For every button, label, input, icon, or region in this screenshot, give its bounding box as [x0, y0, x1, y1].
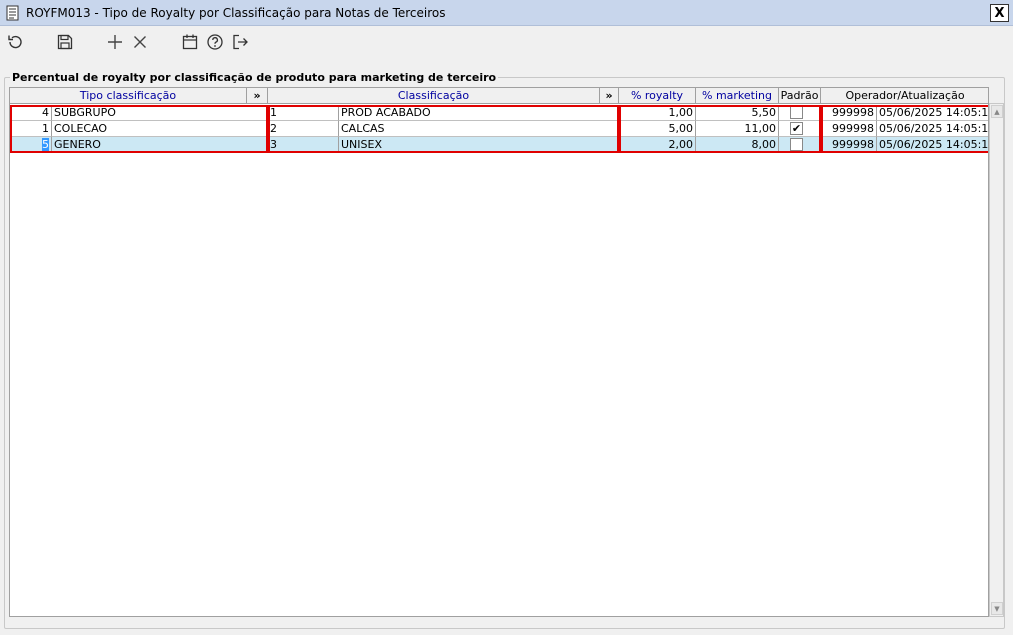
header-operador[interactable]: Operador/Atualização: [821, 88, 988, 104]
scroll-up-icon[interactable]: ▲: [991, 105, 1003, 118]
class-desc-cell[interactable]: UNISEX: [339, 137, 619, 153]
save-icon: [57, 34, 73, 50]
expand-classificacao-button[interactable]: »: [600, 88, 619, 104]
header-marketing[interactable]: % marketing: [696, 88, 779, 104]
operador-cell: 999998: [821, 137, 877, 153]
add-button[interactable]: [105, 32, 125, 52]
app-icon: [6, 5, 19, 21]
refresh-icon: [8, 35, 22, 49]
group-label: Percentual de royalty por classificação …: [10, 71, 499, 84]
tipo-desc-cell[interactable]: COLECAO: [52, 121, 268, 137]
title-bar: ROYFM013 - Tipo de Royalty por Classific…: [0, 0, 1013, 26]
close-button[interactable]: X: [990, 4, 1009, 22]
padrao-checkbox[interactable]: [790, 138, 803, 151]
tipo-desc-cell[interactable]: SUBGRUPO: [52, 105, 268, 121]
padrao-cell: ✔: [779, 121, 821, 137]
expand-tipo-button[interactable]: »: [247, 88, 268, 104]
table-row-selected[interactable]: 5 GENERO 3 UNISEX 2,00 8,00 999998 05/06…: [10, 137, 989, 153]
add-icon: [108, 35, 122, 49]
window-title: ROYFM013 - Tipo de Royalty por Classific…: [26, 6, 446, 20]
class-desc-cell[interactable]: PROD ACABADO: [339, 105, 619, 121]
tipo-code-value: 5: [42, 138, 49, 151]
table-row[interactable]: 4 SUBGRUPO 1 PROD ACABADO 1,00 5,50 9999…: [10, 105, 989, 121]
exit-button[interactable]: [230, 32, 250, 52]
header-padrao[interactable]: Padrão: [779, 88, 821, 104]
grid-header: Tipo classificação » Classificação » % r…: [10, 88, 988, 104]
class-desc-cell[interactable]: CALCAS: [339, 121, 619, 137]
marketing-cell[interactable]: 5,50: [696, 105, 779, 121]
header-royalty[interactable]: % royalty: [619, 88, 696, 104]
delete-icon: [134, 36, 146, 48]
class-code-cell[interactable]: 3: [268, 137, 339, 153]
data-cell: 05/06/2025 14:05:19: [877, 122, 989, 137]
royalty-cell[interactable]: 5,00: [619, 121, 696, 137]
tipo-code-cell[interactable]: 4: [10, 105, 52, 121]
royalty-cell[interactable]: 1,00: [619, 105, 696, 121]
padrao-checkbox[interactable]: ✔: [790, 122, 803, 135]
delete-button[interactable]: [130, 32, 150, 52]
royalty-grid[interactable]: Tipo classificação » Classificação » % r…: [9, 87, 989, 617]
data-cell: 05/06/2025 14:05:19: [877, 137, 989, 153]
tipo-code-cell[interactable]: 1: [10, 121, 52, 137]
padrao-cell: [779, 105, 821, 121]
marketing-cell[interactable]: 8,00: [696, 137, 779, 153]
data-cell: 05/06/2025 14:05:19: [877, 106, 989, 121]
help-button[interactable]: [205, 32, 225, 52]
padrao-cell: [779, 137, 821, 153]
save-button[interactable]: [55, 32, 75, 52]
exit-icon: [233, 34, 248, 50]
header-tipo-classificacao[interactable]: Tipo classificação: [10, 88, 247, 104]
tipo-code-cell[interactable]: 5: [10, 137, 52, 153]
padrao-checkbox[interactable]: [790, 106, 803, 119]
calendar-button[interactable]: [180, 32, 200, 52]
operador-cell: 999998: [821, 105, 877, 121]
scroll-down-icon[interactable]: ▼: [991, 602, 1003, 615]
calendar-icon: [182, 34, 198, 50]
royalty-cell[interactable]: 2,00: [619, 137, 696, 153]
help-icon: [207, 34, 223, 50]
toolbar: [0, 27, 1013, 57]
operador-cell: 999998: [821, 121, 877, 137]
marketing-cell[interactable]: 11,00: [696, 121, 779, 137]
class-code-cell[interactable]: 2: [268, 121, 339, 137]
tipo-desc-cell[interactable]: GENERO: [52, 137, 268, 153]
refresh-button[interactable]: [5, 32, 25, 52]
class-code-cell[interactable]: 1: [268, 105, 339, 121]
header-classificacao[interactable]: Classificação: [268, 88, 600, 104]
table-row[interactable]: 1 COLECAO 2 CALCAS 5,00 11,00 ✔ 999998 0…: [10, 121, 989, 137]
vertical-scrollbar[interactable]: ▲ ▼: [989, 103, 1004, 617]
